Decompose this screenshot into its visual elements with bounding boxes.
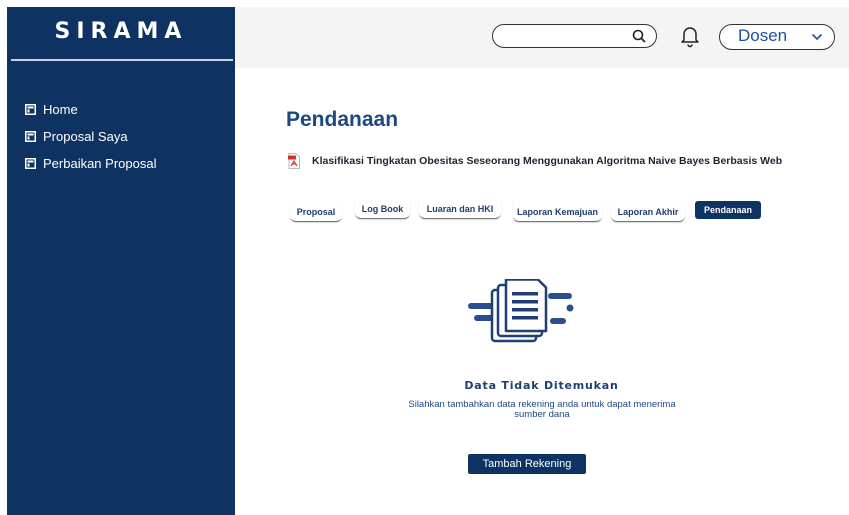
pdf-icon[interactable]	[288, 153, 300, 169]
search-input[interactable]	[492, 24, 657, 48]
sidebar-nav: Home Proposal Saya Perbaikan Proposal	[25, 99, 156, 180]
document-icon	[25, 130, 36, 142]
role-dropdown-value: Dosen	[738, 26, 788, 45]
document-icon	[25, 103, 36, 115]
empty-state-title: Data Tidak Ditemukan	[464, 379, 619, 392]
chevron-down-icon	[811, 33, 823, 41]
tab-laporan-akhir[interactable]: Laporan Akhir	[611, 202, 685, 222]
add-account-button[interactable]: Tambah Rekening	[468, 454, 586, 474]
document-icon	[25, 157, 36, 169]
search-icon[interactable]	[631, 28, 647, 44]
sidebar-item-proposal-saya[interactable]: Proposal Saya	[25, 126, 156, 146]
page-title: Pendanaan	[286, 108, 399, 131]
sidebar-item-perbaikan-proposal[interactable]: Perbaikan Proposal	[25, 153, 156, 173]
topbar: Dosen	[235, 7, 849, 68]
document-list-icon	[468, 279, 574, 343]
sidebar-item-label: Proposal Saya	[43, 128, 128, 144]
app-logo[interactable]: SIRAMA	[7, 19, 235, 44]
tab-proposal[interactable]: Proposal	[290, 202, 342, 222]
tab-log-book[interactable]: Log Book	[355, 199, 410, 219]
tab-luaran-dan-hki[interactable]: Luaran dan HKI	[419, 199, 501, 219]
sidebar-item-label: Perbaikan Proposal	[43, 155, 157, 171]
sidebar-item-home[interactable]: Home	[25, 99, 156, 119]
document-title[interactable]: Klasifikasi Tingkatan Obesitas Seseorang…	[312, 155, 782, 167]
logo-divider	[11, 59, 233, 61]
empty-state-description: Silahkan tambahkan data rekening anda un…	[408, 399, 676, 420]
sidebar: SIRAMA Home Proposal Saya Perbaikan Prop…	[7, 7, 235, 515]
tab-pendanaan[interactable]: Pendanaan	[695, 201, 761, 219]
bell-icon[interactable]	[679, 24, 701, 48]
role-dropdown[interactable]: Dosen	[719, 24, 835, 50]
tab-laporan-kemajuan[interactable]: Laporan Kemajuan	[513, 202, 602, 222]
sidebar-item-label: Home	[43, 101, 78, 117]
